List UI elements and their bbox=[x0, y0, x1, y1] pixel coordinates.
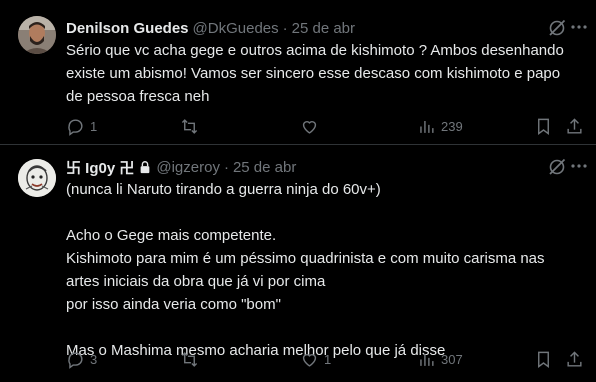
reply-button[interactable]: 1 bbox=[66, 115, 97, 137]
bookmark-button[interactable] bbox=[534, 348, 553, 370]
like-icon bbox=[302, 353, 317, 367]
like-icon bbox=[302, 120, 317, 134]
more-icon[interactable] bbox=[570, 18, 588, 38]
lock-icon bbox=[140, 161, 150, 174]
bookmark-icon bbox=[538, 351, 549, 368]
like-count: 1 bbox=[324, 351, 332, 367]
tweet-text: Sério que vc acha gege e outros acima de… bbox=[66, 42, 564, 105]
views-icon bbox=[420, 120, 434, 133]
avatar[interactable] bbox=[18, 159, 56, 197]
tweet[interactable]: Denilson Guedes @DkGuedes · 25 de abr Sé… bbox=[0, 0, 596, 145]
reply-count: 3 bbox=[90, 351, 98, 367]
user-handle[interactable]: @igzeroy bbox=[156, 159, 220, 176]
reply-button[interactable]: 3 bbox=[66, 348, 97, 370]
views-icon bbox=[420, 353, 434, 366]
share-button[interactable] bbox=[565, 115, 584, 137]
action-bar: 3 1 307 bbox=[66, 348, 582, 370]
repost-button[interactable] bbox=[180, 348, 204, 370]
bookmark-button[interactable] bbox=[534, 115, 553, 137]
share-icon bbox=[567, 117, 582, 134]
share-icon bbox=[567, 350, 582, 367]
tweet-text: (nunca li Naruto tirando a guerra ninja … bbox=[66, 181, 545, 359]
tweet-header: Denilson Guedes @DkGuedes · 25 de abr bbox=[66, 18, 582, 38]
repost-icon bbox=[181, 351, 198, 367]
avatar[interactable] bbox=[18, 16, 56, 54]
avatar-drawing bbox=[18, 159, 56, 197]
reply-icon bbox=[68, 118, 83, 136]
tweet[interactable]: 卐 Ig0y 卍 @igzeroy · 25 de abr (nunca li … bbox=[0, 145, 596, 382]
separator-dot: · bbox=[282, 19, 288, 37]
more-icon[interactable] bbox=[570, 157, 588, 177]
views-button[interactable]: 307 bbox=[417, 348, 463, 370]
like-button[interactable]: 1 bbox=[300, 348, 331, 370]
action-bar: 1 239 bbox=[66, 115, 582, 137]
reply-count: 1 bbox=[90, 118, 98, 134]
repost-button[interactable] bbox=[180, 115, 204, 137]
timestamp[interactable]: 25 de abr bbox=[233, 159, 296, 176]
tweet-header: 卐 Ig0y 卍 @igzeroy · 25 de abr bbox=[66, 157, 582, 177]
views-count: 239 bbox=[441, 118, 463, 134]
grok-icon[interactable] bbox=[548, 158, 566, 176]
timestamp[interactable]: 25 de abr bbox=[292, 20, 355, 37]
reply-icon bbox=[68, 351, 83, 369]
grok-icon[interactable] bbox=[548, 19, 566, 37]
share-button[interactable] bbox=[565, 348, 584, 370]
avatar-photo bbox=[18, 16, 56, 54]
display-name[interactable]: 卐 Ig0y 卍 bbox=[66, 157, 134, 178]
views-button[interactable]: 239 bbox=[417, 115, 463, 137]
display-name[interactable]: Denilson Guedes bbox=[66, 20, 189, 37]
repost-icon bbox=[181, 118, 198, 134]
views-count: 307 bbox=[441, 351, 463, 367]
bookmark-icon bbox=[538, 118, 549, 135]
separator-dot: · bbox=[223, 158, 229, 176]
user-handle[interactable]: @DkGuedes bbox=[193, 20, 279, 37]
like-button[interactable] bbox=[300, 115, 324, 137]
